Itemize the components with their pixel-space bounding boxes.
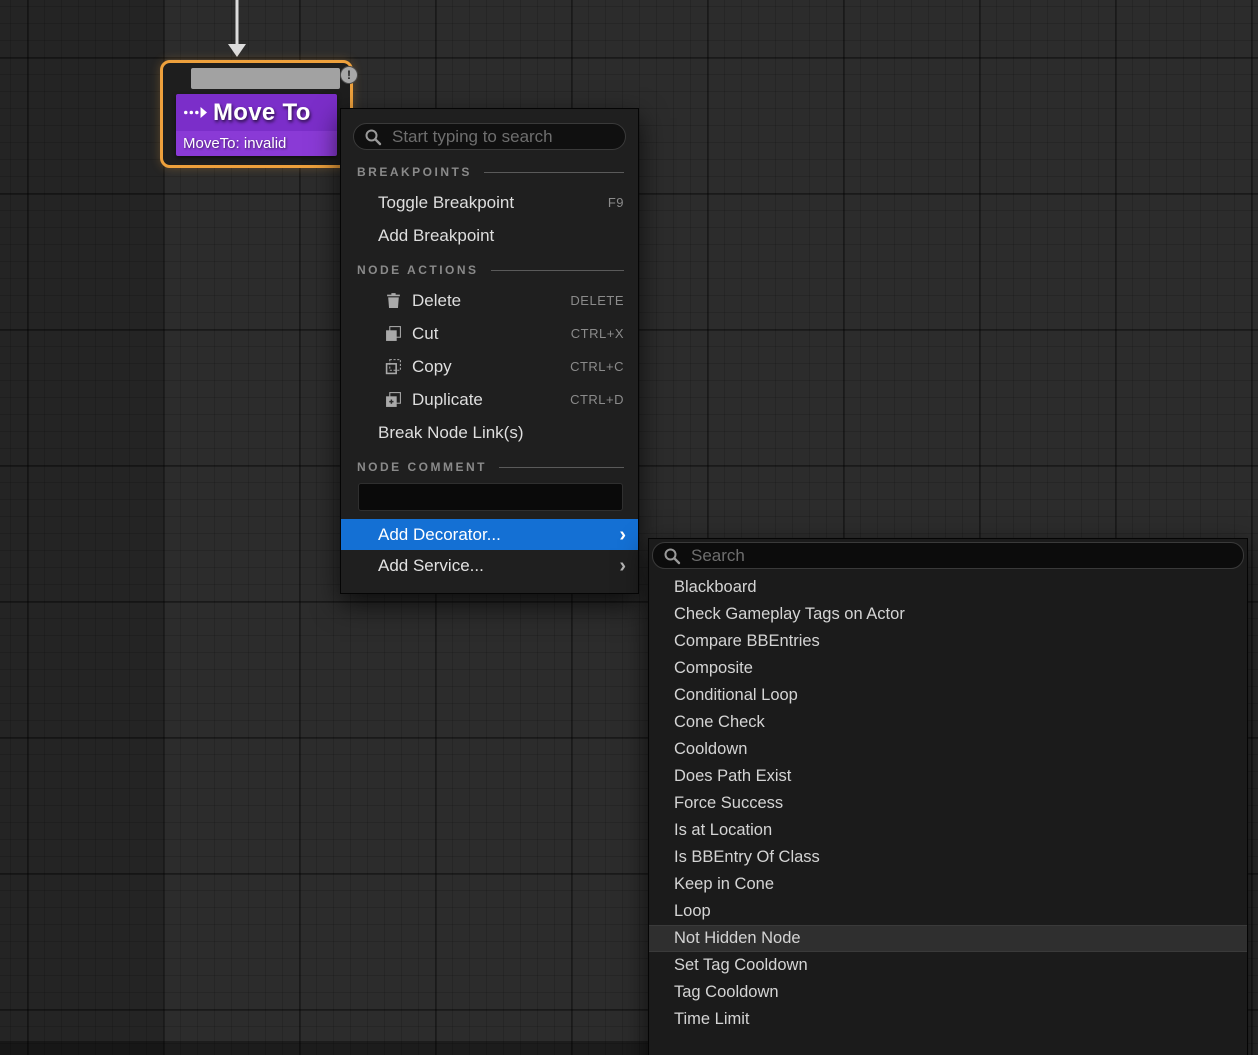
node-subtitle: MoveTo: invalid (176, 131, 337, 156)
submenu-item-compare-bbentries[interactable]: Compare BBEntries (649, 628, 1247, 655)
node-title-row: Move To (176, 94, 337, 131)
menu-item-label: Break Node Link(s) (378, 423, 524, 443)
submenu-item-tag-cooldown[interactable]: Tag Cooldown (649, 979, 1247, 1006)
section-title: NODE COMMENT (357, 460, 487, 474)
submenu-item-set-tag-cooldown[interactable]: Set Tag Cooldown (649, 952, 1247, 979)
menu-item-add-decorator[interactable]: Add Decorator... › (341, 519, 638, 550)
menu-item-label: Copy (412, 357, 452, 377)
menu-item-copy[interactable]: Copy CTRL+C (341, 350, 638, 383)
graph-left-shade (0, 0, 163, 1055)
search-icon (364, 128, 382, 146)
menu-item-cut[interactable]: Cut CTRL+X (341, 317, 638, 350)
submenu-item-blackboard[interactable]: Blackboard (649, 574, 1247, 601)
trash-icon (385, 292, 402, 309)
submenu-item-not-hidden-node[interactable]: Not Hidden Node (649, 925, 1247, 952)
menu-item-add-breakpoint[interactable]: Add Breakpoint (341, 219, 638, 252)
menu-item-label: Delete (412, 291, 461, 311)
behavior-tree-graph[interactable]: ! Move To MoveTo: invalid BR (0, 0, 1258, 1055)
menu-item-label: Add Breakpoint (378, 226, 494, 246)
node-warning-badge: ! (340, 66, 358, 84)
decorator-list: Blackboard Check Gameplay Tags on Actor … (649, 574, 1247, 1033)
submenu-item-is-at-location[interactable]: Is at Location (649, 817, 1247, 844)
submenu-item-force-success[interactable]: Force Success (649, 790, 1247, 817)
cut-icon (385, 325, 402, 342)
duplicate-icon (385, 391, 402, 408)
menu-item-delete[interactable]: Delete DELETE (341, 284, 638, 317)
submenu-search-input[interactable] (689, 545, 1233, 567)
submenu-item-composite[interactable]: Composite (649, 655, 1247, 682)
section-node-comment: NODE COMMENT (341, 457, 638, 477)
submenu-item-keep-in-cone[interactable]: Keep in Cone (649, 871, 1247, 898)
context-menu-search-input[interactable] (390, 126, 615, 148)
menu-item-toggle-breakpoint[interactable]: Toggle Breakpoint F9 (341, 186, 638, 219)
move-to-icon (183, 106, 207, 119)
menu-item-break-node-links[interactable]: Break Node Link(s) (341, 416, 638, 449)
node-input-pin[interactable] (191, 68, 340, 89)
parent-link-wire (224, 0, 254, 60)
submenu-item-conditional-loop[interactable]: Conditional Loop (649, 682, 1247, 709)
submenu-item-is-bbentry-of-class[interactable]: Is BBEntry Of Class (649, 844, 1247, 871)
node-comment-input[interactable] (358, 483, 623, 511)
section-breakpoints: BREAKPOINTS (341, 162, 638, 182)
shortcut-label: F9 (608, 195, 624, 210)
chevron-right-icon: › (619, 525, 626, 545)
submenu-item-check-gameplay-tags-on-actor[interactable]: Check Gameplay Tags on Actor (649, 601, 1247, 628)
shortcut-label: CTRL+X (571, 326, 624, 341)
submenu-search[interactable] (652, 542, 1244, 569)
context-menu-search[interactable] (353, 123, 626, 150)
submenu-item-time-limit[interactable]: Time Limit (649, 1006, 1247, 1033)
graph-bottom-shade (0, 1041, 648, 1055)
node-title: Move To (213, 99, 311, 127)
section-node-actions: NODE ACTIONS (341, 260, 638, 280)
section-divider (499, 467, 624, 468)
move-to-node-body: Move To MoveTo: invalid (176, 94, 337, 156)
section-divider (491, 270, 624, 271)
move-to-node[interactable]: ! Move To MoveTo: invalid (160, 60, 353, 168)
shortcut-label: CTRL+C (570, 359, 624, 374)
section-title: NODE ACTIONS (357, 263, 479, 277)
menu-item-add-service[interactable]: Add Service... › (341, 550, 638, 581)
chevron-right-icon: › (619, 556, 626, 576)
submenu-item-does-path-exist[interactable]: Does Path Exist (649, 763, 1247, 790)
submenu-item-cone-check[interactable]: Cone Check (649, 709, 1247, 736)
menu-item-label: Cut (412, 324, 438, 344)
submenu-item-loop[interactable]: Loop (649, 898, 1247, 925)
section-divider (484, 172, 624, 173)
copy-icon (385, 358, 402, 375)
menu-item-duplicate[interactable]: Duplicate CTRL+D (341, 383, 638, 416)
node-context-menu: BREAKPOINTS Toggle Breakpoint F9 Add Bre… (340, 108, 639, 594)
menu-item-label: Add Decorator... (378, 525, 501, 545)
menu-item-label: Toggle Breakpoint (378, 193, 514, 213)
search-icon (663, 547, 681, 565)
submenu-item-cooldown[interactable]: Cooldown (649, 736, 1247, 763)
shortcut-label: DELETE (570, 293, 624, 308)
menu-item-label: Duplicate (412, 390, 483, 410)
add-decorator-submenu: Blackboard Check Gameplay Tags on Actor … (648, 538, 1248, 1055)
shortcut-label: CTRL+D (570, 392, 624, 407)
menu-item-label: Add Service... (378, 556, 484, 576)
section-title: BREAKPOINTS (357, 165, 472, 179)
